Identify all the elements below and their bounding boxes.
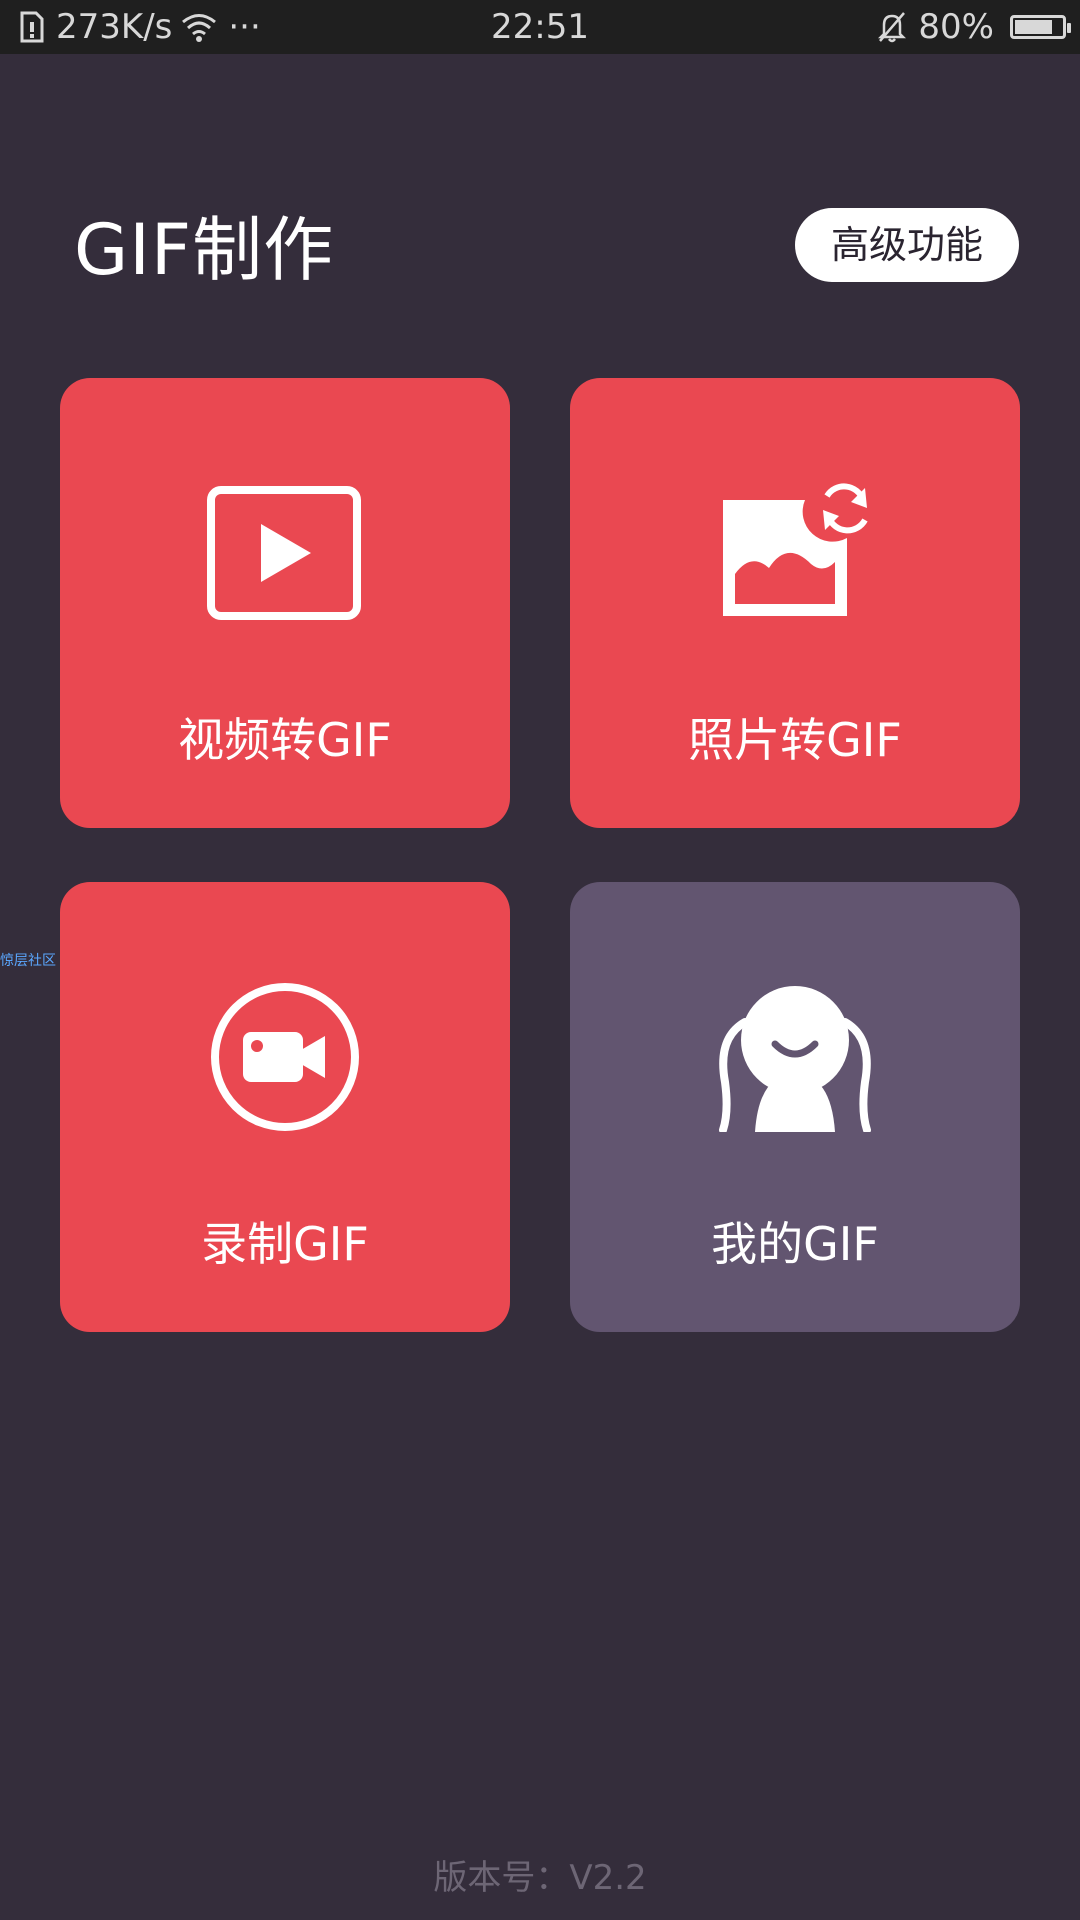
battery-level bbox=[1015, 20, 1052, 34]
record-camera-icon bbox=[211, 983, 359, 1131]
version-label: 版本号：V2.2 bbox=[433, 1858, 647, 1898]
mascot-icon bbox=[719, 986, 871, 1132]
my-gif-tile[interactable]: 我的GIF bbox=[570, 882, 1020, 1332]
video-play-icon bbox=[207, 486, 361, 620]
tile-label: 照片转GIF bbox=[688, 713, 902, 767]
video-to-gif-tile[interactable]: 视频转GIF bbox=[60, 378, 510, 828]
tile-label: 视频转GIF bbox=[178, 713, 392, 767]
tile-label: 我的GIF bbox=[711, 1217, 879, 1271]
mute-bell-icon bbox=[878, 12, 907, 43]
advanced-features-button[interactable]: 高级功能 bbox=[795, 208, 1019, 282]
status-bar: 273K/s ··· 22:51 80% bbox=[0, 0, 1080, 54]
status-bar-right: 80% bbox=[876, 6, 1071, 48]
community-link[interactable]: 惊层社区 bbox=[0, 950, 56, 970]
battery-icon bbox=[1010, 15, 1071, 39]
tile-label: 录制GIF bbox=[201, 1217, 369, 1271]
photo-convert-icon bbox=[723, 483, 868, 616]
photo-to-gif-tile[interactable]: 照片转GIF bbox=[570, 378, 1020, 828]
page-title: GIF制作 bbox=[74, 209, 335, 291]
record-gif-tile[interactable]: 录制GIF bbox=[60, 882, 510, 1332]
battery-percent: 80% bbox=[918, 7, 994, 47]
